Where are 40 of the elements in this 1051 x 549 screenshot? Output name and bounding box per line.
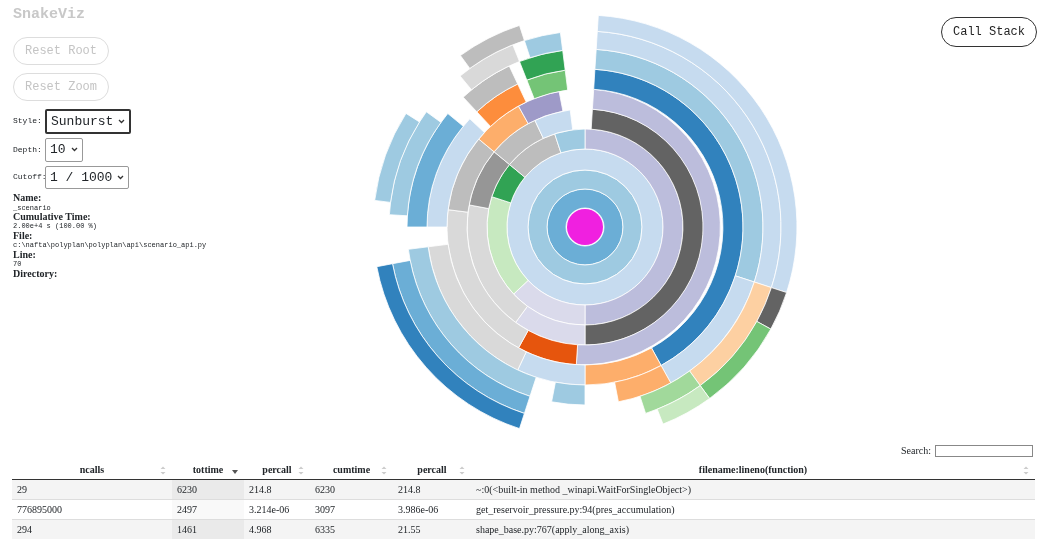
control-label: Style: xyxy=(13,115,41,128)
dropdown[interactable]: 10 xyxy=(45,138,83,162)
caret-icon xyxy=(118,118,126,124)
column-header[interactable]: filename:lineno(function) xyxy=(471,460,1035,480)
control-label: Depth: xyxy=(13,143,41,156)
column-header[interactable]: percall xyxy=(244,460,310,480)
table-cell: 6230 xyxy=(172,479,244,500)
sort-icon xyxy=(298,466,304,475)
call-stack-button[interactable]: Call Stack xyxy=(941,17,1037,47)
sort-icon xyxy=(381,466,387,475)
caret-icon xyxy=(70,147,78,153)
info-label: Name: xyxy=(13,193,43,204)
table-cell: 21.55 xyxy=(393,519,471,539)
sort-icon xyxy=(1023,466,1029,475)
table-cell: shape_base.py:767(apply_along_axis) xyxy=(471,519,1035,539)
dropdown[interactable]: Sunburst xyxy=(45,108,132,134)
column-header[interactable]: cumtime xyxy=(310,460,393,480)
table-cell: 214.8 xyxy=(244,479,310,500)
column-header[interactable]: ncalls xyxy=(12,460,172,480)
table-cell: 2497 xyxy=(172,499,244,520)
caret-icon xyxy=(117,174,125,180)
table-cell: 29 xyxy=(12,479,172,500)
info-label: Cumulative Time: xyxy=(13,211,92,223)
column-header[interactable]: tottime xyxy=(172,460,244,480)
table-cell: ~:0(<built-in method _winapi.WaitForSingleObject>) xyxy=(471,479,1035,500)
table-cell: 6230 xyxy=(310,479,393,500)
sort-icon xyxy=(160,466,166,475)
info-label: File: xyxy=(13,230,34,242)
column-header[interactable]: percall xyxy=(393,460,471,480)
info-label: Line: xyxy=(13,249,36,261)
table-cell: 294 xyxy=(12,519,172,539)
table-cell: 1461 xyxy=(172,519,244,539)
table-cell: 4.968 xyxy=(244,519,310,539)
table-cell: 214.8 xyxy=(393,479,471,500)
table-cell: 6335 xyxy=(310,519,393,539)
info-label: Directory: xyxy=(13,268,59,280)
search-field[interactable] xyxy=(935,444,1033,457)
dropdown[interactable]: 1 / 1000 xyxy=(45,165,130,189)
search-label: Search: xyxy=(901,444,931,458)
sort-icon xyxy=(459,466,465,475)
